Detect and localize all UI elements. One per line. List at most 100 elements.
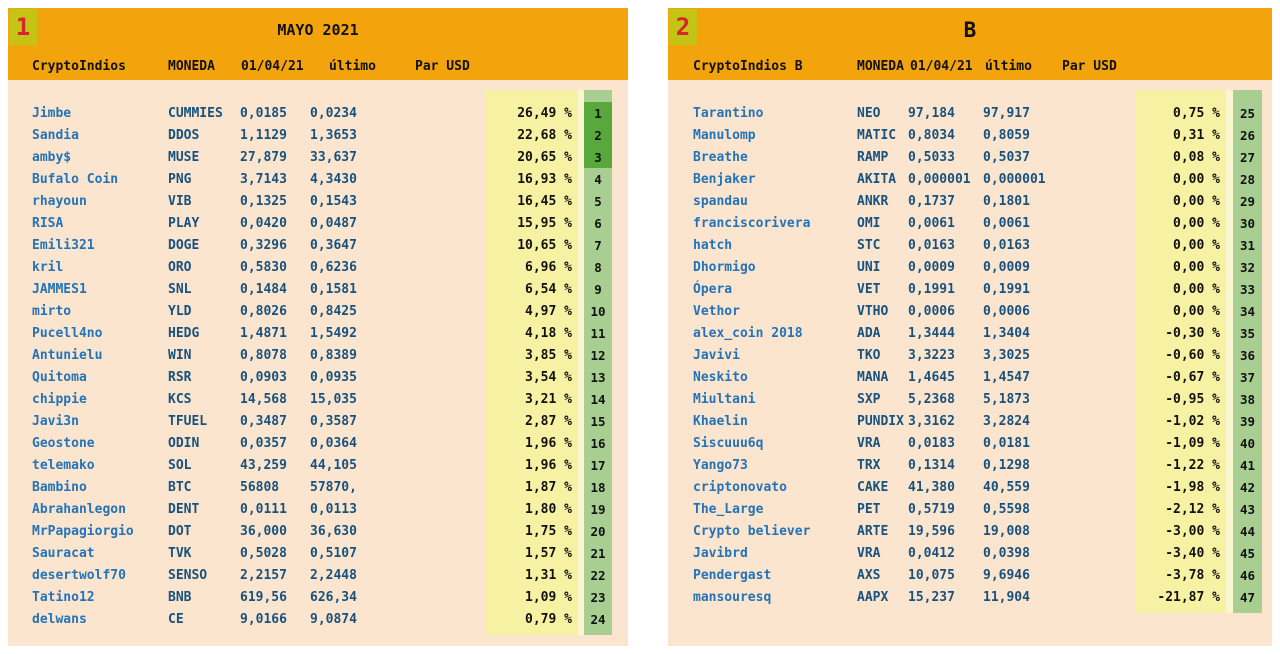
open-value-cell[interactable]: 0,0006 — [908, 300, 983, 322]
trader-name-cell[interactable]: mansouresq — [693, 586, 857, 608]
par-usd-pct-cell[interactable]: 6,96 % — [485, 256, 578, 278]
coin-code-cell[interactable]: WIN — [168, 344, 240, 366]
par-usd-pct-cell[interactable]: 1,87 % — [485, 476, 578, 498]
coin-code-cell[interactable]: TVK — [168, 542, 240, 564]
coin-code-cell[interactable]: VIB — [168, 190, 240, 212]
par-usd-pct-cell[interactable]: 2,87 % — [485, 410, 578, 432]
rank-badge[interactable]: 3 — [584, 146, 612, 168]
trader-name-cell[interactable]: The_Large — [693, 498, 857, 520]
coin-code-cell[interactable]: AKITA — [857, 168, 908, 190]
rank-badge[interactable]: 17 — [584, 454, 612, 476]
rank-badge[interactable]: 37 — [1233, 366, 1262, 388]
trader-name-cell[interactable]: Tarantino — [693, 102, 857, 124]
coin-code-cell[interactable]: STC — [857, 234, 908, 256]
open-value-cell[interactable]: 0,1314 — [908, 454, 983, 476]
coin-code-cell[interactable]: SXP — [857, 388, 908, 410]
trader-name-cell[interactable]: Javi3n — [32, 410, 168, 432]
coin-code-cell[interactable]: MUSE — [168, 146, 240, 168]
open-value-cell[interactable]: 0,5033 — [908, 146, 983, 168]
par-usd-pct-cell[interactable]: 6,54 % — [485, 278, 578, 300]
trader-name-cell[interactable]: Neskito — [693, 366, 857, 388]
open-value-cell[interactable]: 3,3223 — [908, 344, 983, 366]
column-header-open-date[interactable]: 01/04/21 — [241, 59, 329, 74]
coin-code-cell[interactable]: YLD — [168, 300, 240, 322]
open-value-cell[interactable]: 10,075 — [908, 564, 983, 586]
rank-badge[interactable]: 1 — [584, 102, 612, 124]
trader-name-cell[interactable]: alex_coin 2018 — [693, 322, 857, 344]
trader-name-cell[interactable]: Emili321 — [32, 234, 168, 256]
last-value-cell[interactable]: 0,0398 — [983, 542, 1135, 564]
coin-code-cell[interactable]: ORO — [168, 256, 240, 278]
last-value-cell[interactable]: 0,6236 — [310, 256, 485, 278]
coin-code-cell[interactable]: MANA — [857, 366, 908, 388]
trader-name-cell[interactable]: telemako — [32, 454, 168, 476]
open-value-cell[interactable]: 0,000001 — [908, 168, 983, 190]
column-header-ultimo[interactable]: último — [329, 59, 415, 74]
last-value-cell[interactable]: 0,3647 — [310, 234, 485, 256]
par-usd-pct-cell[interactable]: 0,79 % — [485, 608, 578, 630]
last-value-cell[interactable]: 1,3653 — [310, 124, 485, 146]
last-value-cell[interactable]: 97,917 — [983, 102, 1135, 124]
last-value-cell[interactable]: 40,559 — [983, 476, 1135, 498]
par-usd-pct-cell[interactable]: -0,60 % — [1135, 344, 1226, 366]
par-usd-pct-cell[interactable]: 10,65 % — [485, 234, 578, 256]
coin-code-cell[interactable]: VRA — [857, 542, 908, 564]
rank-badge[interactable]: 29 — [1233, 190, 1262, 212]
last-value-cell[interactable]: 0,1543 — [310, 190, 485, 212]
par-usd-pct-cell[interactable]: 0,00 % — [1135, 256, 1226, 278]
rank-badge[interactable]: 44 — [1233, 520, 1262, 542]
rank-badge[interactable]: 24 — [584, 608, 612, 630]
rank-badge[interactable]: 30 — [1233, 212, 1262, 234]
trader-name-cell[interactable]: Pucell4no — [32, 322, 168, 344]
par-usd-pct-cell[interactable]: 1,09 % — [485, 586, 578, 608]
trader-name-cell[interactable]: Crypto believer — [693, 520, 857, 542]
trader-name-cell[interactable]: Jimbe — [32, 102, 168, 124]
par-usd-pct-cell[interactable]: -1,09 % — [1135, 432, 1226, 454]
coin-code-cell[interactable]: DOGE — [168, 234, 240, 256]
open-value-cell[interactable]: 0,0163 — [908, 234, 983, 256]
last-value-cell[interactable]: 3,2824 — [983, 410, 1135, 432]
last-value-cell[interactable]: 57870, — [310, 476, 485, 498]
last-value-cell[interactable]: 0,3587 — [310, 410, 485, 432]
coin-code-cell[interactable]: BNB — [168, 586, 240, 608]
rank-badge[interactable]: 19 — [584, 498, 612, 520]
open-value-cell[interactable]: 27,879 — [240, 146, 310, 168]
coin-code-cell[interactable]: UNI — [857, 256, 908, 278]
trader-name-cell[interactable]: desertwolf70 — [32, 564, 168, 586]
coin-code-cell[interactable]: PET — [857, 498, 908, 520]
column-header-par-usd[interactable]: Par USD — [1062, 59, 1272, 74]
coin-code-cell[interactable]: ADA — [857, 322, 908, 344]
par-usd-pct-cell[interactable]: 0,00 % — [1135, 300, 1226, 322]
trader-name-cell[interactable]: amby$ — [32, 146, 168, 168]
open-value-cell[interactable]: 56808 — [240, 476, 310, 498]
coin-code-cell[interactable]: BTC — [168, 476, 240, 498]
last-value-cell[interactable]: 0,0006 — [983, 300, 1135, 322]
trader-name-cell[interactable]: criptonovato — [693, 476, 857, 498]
column-header-cryptoindios-b[interactable]: CryptoIndios B — [693, 59, 857, 74]
trader-name-cell[interactable]: Abrahanlegon — [32, 498, 168, 520]
par-usd-pct-cell[interactable]: 0,00 % — [1135, 212, 1226, 234]
par-usd-pct-cell[interactable]: -0,67 % — [1135, 366, 1226, 388]
last-value-cell[interactable]: 0,8389 — [310, 344, 485, 366]
par-usd-pct-cell[interactable]: -0,30 % — [1135, 322, 1226, 344]
trader-name-cell[interactable]: franciscorivera — [693, 212, 857, 234]
last-value-cell[interactable]: 0,1801 — [983, 190, 1135, 212]
coin-code-cell[interactable]: SENSO — [168, 564, 240, 586]
coin-code-cell[interactable]: PNG — [168, 168, 240, 190]
open-value-cell[interactable]: 0,5719 — [908, 498, 983, 520]
rank-badge[interactable]: 5 — [584, 190, 612, 212]
rank-badge[interactable]: 10 — [584, 300, 612, 322]
open-value-cell[interactable]: 0,0420 — [240, 212, 310, 234]
open-value-cell[interactable]: 0,0185 — [240, 102, 310, 124]
open-value-cell[interactable]: 19,596 — [908, 520, 983, 542]
rank-badge[interactable]: 20 — [584, 520, 612, 542]
trader-name-cell[interactable]: kril — [32, 256, 168, 278]
coin-code-cell[interactable]: DOT — [168, 520, 240, 542]
open-value-cell[interactable]: 0,0903 — [240, 366, 310, 388]
par-usd-pct-cell[interactable]: 0,31 % — [1135, 124, 1226, 146]
rank-badge[interactable]: 45 — [1233, 542, 1262, 564]
rank-badge[interactable]: 40 — [1233, 432, 1262, 454]
open-value-cell[interactable]: 0,1991 — [908, 278, 983, 300]
rank-badge[interactable]: 7 — [584, 234, 612, 256]
trader-name-cell[interactable]: Sandia — [32, 124, 168, 146]
